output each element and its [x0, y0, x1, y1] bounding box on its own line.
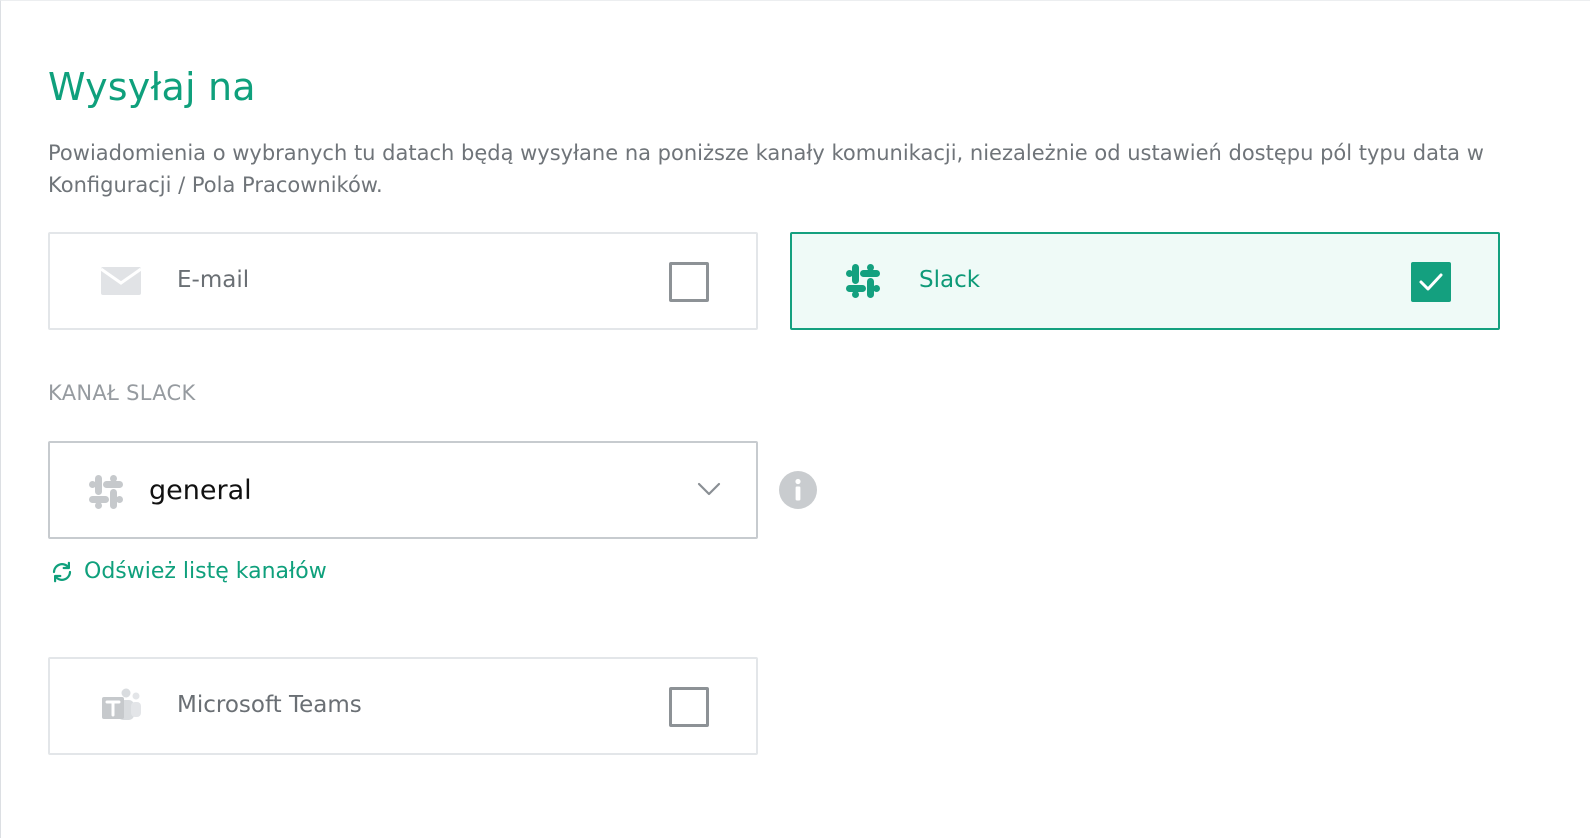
slack-channel-label: Slack: [919, 267, 981, 293]
refresh-icon: [50, 560, 74, 584]
notification-channels-panel: Wysyłaj na Powiadomienia o wybranych tu …: [0, 0, 1590, 838]
email-channel-option[interactable]: E-mail: [48, 232, 758, 330]
slack-channel-option[interactable]: Slack: [790, 232, 1500, 330]
email-checkbox[interactable]: [669, 262, 709, 302]
mail-icon: [100, 262, 142, 300]
info-icon[interactable]: [778, 470, 818, 510]
slack-channel-select[interactable]: general: [48, 441, 758, 539]
slack-channel-value: general: [149, 475, 252, 506]
chevron-down-icon: [697, 481, 721, 497]
slack-icon: [87, 473, 125, 511]
checkmark-icon: [1419, 273, 1443, 291]
teams-channel-label: Microsoft Teams: [177, 692, 362, 718]
teams-channel-option[interactable]: Microsoft Teams: [48, 657, 758, 755]
refresh-channels-link[interactable]: Odśwież listę kanałów: [50, 559, 327, 584]
teams-checkbox[interactable]: [669, 687, 709, 727]
section-description: Powiadomienia o wybranych tu datach będą…: [48, 141, 1484, 197]
slack-channel-section-label: KANAŁ SLACK: [48, 381, 196, 405]
section-title: Wysyłaj na: [48, 65, 256, 109]
refresh-channels-label: Odśwież listę kanałów: [84, 559, 327, 584]
teams-icon: [100, 687, 142, 725]
slack-icon: [844, 262, 886, 300]
slack-checkbox[interactable]: [1411, 262, 1451, 302]
email-channel-label: E-mail: [177, 267, 250, 293]
